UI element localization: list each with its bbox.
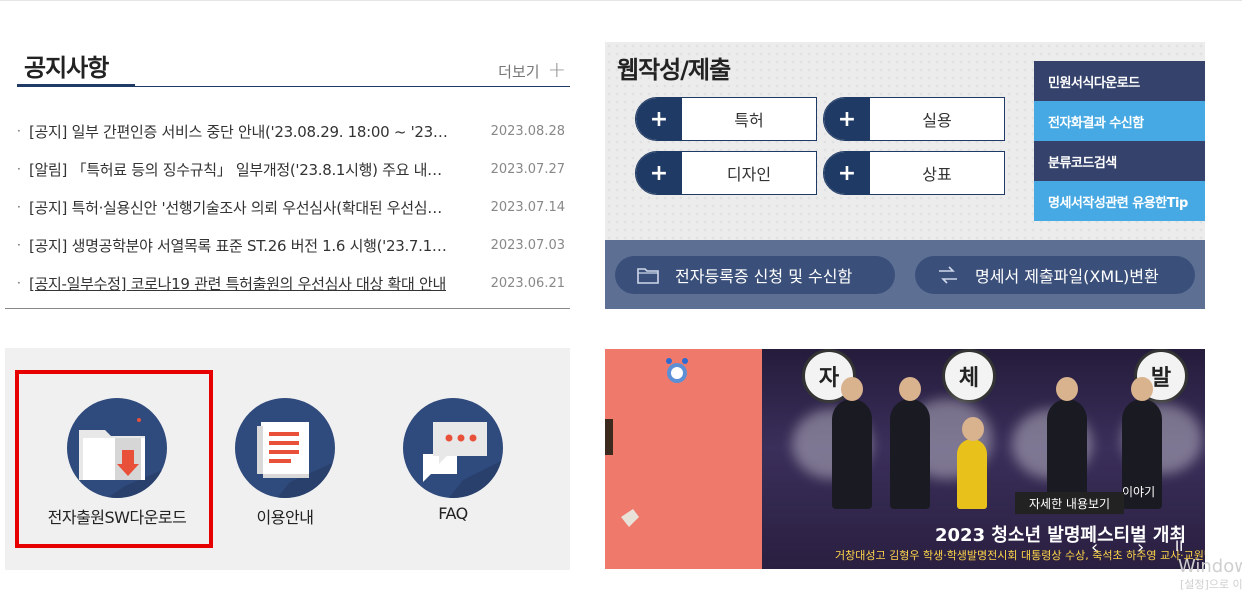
bullet-icon: · bbox=[17, 238, 21, 252]
plus-icon: + bbox=[824, 98, 870, 140]
notice-rule-accent bbox=[17, 84, 135, 87]
sign-text: 이야기 bbox=[1122, 485, 1156, 499]
notice-item-title[interactable]: [공지] 생명공학분야 서열목록 표준 ST.26 버전 1.6 시행('23.… bbox=[29, 235, 449, 256]
utility-button-label: 실용 bbox=[922, 111, 952, 130]
web-submit-panel: 웹작성/제출 + 특허 + 실용 + 디자인 + 상표 민원서식다운로드 전자화… bbox=[605, 42, 1205, 309]
notice-item[interactable]: · [공지] 특허·실용신안 '선행기술조사 의뢰 우선심사(확대된 우선심사)'… bbox=[17, 188, 565, 226]
windows-watermark: Windows bbox=[1178, 556, 1242, 577]
windows-watermark-sub: [설정]으로 이동 bbox=[1180, 578, 1242, 591]
highlight-box bbox=[15, 370, 213, 548]
notice-item[interactable]: · [공지] 일부 간편인증 서비스 중단 안내('23.08.29. 18:00… bbox=[17, 112, 565, 150]
person-head bbox=[899, 377, 921, 401]
trademark-button-label: 상표 bbox=[922, 165, 952, 184]
folder-icon bbox=[635, 265, 661, 285]
bullet-icon: · bbox=[17, 276, 21, 290]
plus-icon: + bbox=[636, 98, 682, 140]
person bbox=[890, 377, 930, 509]
notice-item[interactable]: · [알림] 「특허료 등의 징수규칙」 일부개정('23.8.1시행) 주요 내… bbox=[17, 150, 565, 188]
notice-item-title[interactable]: [알림] 「특허료 등의 징수규칙」 일부개정('23.8.1시행) 주요 내용… bbox=[29, 159, 449, 180]
drum: 체 bbox=[942, 349, 996, 403]
design-button-label: 디자인 bbox=[726, 165, 772, 184]
bullet-icon: · bbox=[17, 124, 21, 138]
web-submit-title: 웹작성/제출 bbox=[617, 56, 731, 84]
document-icon bbox=[235, 398, 335, 498]
trademark-button[interactable]: + 상표 bbox=[823, 151, 1005, 195]
faq-label: FAQ bbox=[438, 504, 468, 523]
notice-item-title[interactable]: [공지-일부수정] 코로나19 관련 특허출원의 우선심사 대상 확대 안내 bbox=[29, 273, 449, 294]
notice-section: 공지사항 더보기 + · [공지] 일부 간편인증 서비스 중단 안내('23.0… bbox=[5, 40, 570, 310]
side-menu-form-download[interactable]: 민원서식다운로드 bbox=[1034, 61, 1205, 101]
convert-arrows-icon bbox=[935, 265, 961, 285]
notice-item-date: 2023.08.28 bbox=[490, 123, 565, 139]
notice-item[interactable]: · [공지-일부수정] 코로나19 관련 특허출원의 우선심사 대상 확대 안내 2… bbox=[17, 264, 565, 302]
person-head bbox=[1131, 377, 1153, 401]
next-slide-button[interactable]: › bbox=[1137, 537, 1144, 558]
notice-item[interactable]: · [공지] 생명공학분야 서열목록 표준 ST.26 버전 1.6 시행('23… bbox=[17, 226, 565, 264]
notice-more-link[interactable]: 더보기 + bbox=[498, 60, 566, 82]
plus-icon: + bbox=[547, 58, 566, 83]
notice-bottom-rule bbox=[5, 308, 570, 309]
notice-list: · [공지] 일부 간편인증 서비스 중단 안내('23.08.29. 18:00… bbox=[17, 112, 565, 302]
faq-link[interactable]: FAQ bbox=[373, 398, 533, 523]
registration-certificate-label: 전자등록증 신청 및 수신함 bbox=[675, 267, 853, 286]
usage-guide-label: 이용안내 bbox=[256, 508, 314, 527]
registration-certificate-button[interactable]: 전자등록증 신청 및 수신함 bbox=[615, 256, 895, 294]
side-menu: 민원서식다운로드 전자화결과 수신함 분류코드검색 명세서작성관련 유용한Tip bbox=[1034, 61, 1205, 221]
side-menu-spec-tips[interactable]: 명세서작성관련 유용한Tip bbox=[1034, 181, 1205, 221]
notice-item-date: 2023.07.27 bbox=[490, 161, 565, 177]
web-bottom-bar: 전자등록증 신청 및 수신함 명세서 제출파일(XML)변환 bbox=[605, 240, 1205, 309]
usage-guide-link[interactable]: 이용안내 bbox=[205, 398, 365, 528]
person bbox=[832, 377, 872, 509]
detail-link[interactable]: 자세한 내용보기 bbox=[1015, 492, 1125, 514]
notice-title: 공지사항 bbox=[24, 54, 109, 82]
top-divider bbox=[0, 0, 1242, 1]
prev-slide-button[interactable]: ‹ bbox=[1091, 537, 1098, 558]
banner-subtitle: 거창대성고 김형우 학생·학생발명전시회 대통령상 수상, 축석초 하주영 교사… bbox=[835, 549, 1205, 562]
utility-button[interactable]: + 실용 bbox=[823, 97, 1005, 141]
notice-item-title[interactable]: [공지] 특허·실용신안 '선행기술조사 의뢰 우선심사(확대된 우선심사)' … bbox=[29, 197, 449, 218]
more-label: 더보기 bbox=[498, 62, 540, 81]
chat-bubble-icon bbox=[403, 398, 503, 498]
bullet-icon: · bbox=[17, 200, 21, 214]
notice-item-title[interactable]: [공지] 일부 간편인증 서비스 중단 안내('23.08.29. 18:00 … bbox=[29, 121, 449, 142]
xml-convert-label: 명세서 제출파일(XML)변환 bbox=[975, 267, 1159, 286]
patent-button-label: 특허 bbox=[734, 111, 764, 130]
side-menu-classification-search[interactable]: 분류코드검색 bbox=[1034, 141, 1205, 181]
person-head bbox=[1056, 377, 1078, 401]
plus-icon: + bbox=[636, 152, 682, 194]
person bbox=[957, 417, 987, 509]
person-head bbox=[841, 377, 863, 401]
notice-item-date: 2023.06.21 bbox=[490, 275, 565, 291]
quick-links-section: 전자출원SW다운로드 이용안내 FAQ bbox=[5, 348, 570, 570]
patent-button[interactable]: + 특허 bbox=[635, 97, 817, 141]
xml-convert-button[interactable]: 명세서 제출파일(XML)변환 bbox=[915, 256, 1195, 294]
notice-item-date: 2023.07.14 bbox=[490, 199, 565, 215]
banner-illustration bbox=[605, 349, 762, 569]
bullet-icon: · bbox=[17, 162, 21, 176]
plus-icon: + bbox=[824, 152, 870, 194]
event-banner[interactable]: 자 체 발 이야기 자세한 내용보기 2023 청소년 발명페스티벌 개최 거창… bbox=[605, 349, 1205, 569]
design-button[interactable]: + 디자인 bbox=[635, 151, 817, 195]
side-menu-digitized-inbox[interactable]: 전자화결과 수신함 bbox=[1034, 101, 1205, 141]
pause-button[interactable]: II bbox=[1175, 539, 1183, 555]
banner-title: 2023 청소년 발명페스티벌 개최 bbox=[935, 525, 1187, 546]
notice-item-date: 2023.07.03 bbox=[490, 237, 565, 253]
person-head bbox=[962, 417, 984, 441]
